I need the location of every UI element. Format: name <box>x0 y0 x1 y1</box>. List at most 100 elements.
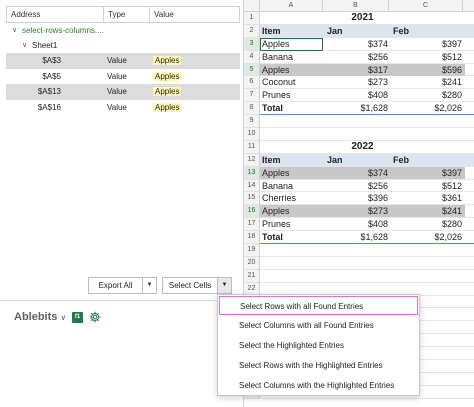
select-all-corner[interactable] <box>244 0 260 12</box>
cell-total-label[interactable]: Total <box>262 231 325 243</box>
tree-node-sheet[interactable]: ∨ Sheet1 <box>6 38 240 53</box>
row-header[interactable]: 19 <box>244 244 260 257</box>
cell-jan[interactable]: $317 <box>325 64 391 76</box>
table-header-row[interactable]: Item Jan Feb <box>260 153 474 167</box>
cell-jan[interactable]: $273 <box>325 205 391 217</box>
header-cell[interactable]: Feb <box>391 25 465 37</box>
cell-feb[interactable]: $397 <box>391 38 465 50</box>
sheet-row[interactable]: Banana $256 $512 <box>260 180 474 193</box>
cell-feb[interactable]: $241 <box>391 76 465 88</box>
sheet-row[interactable]: 2022 <box>260 141 474 154</box>
row-header[interactable]: 3 <box>244 37 260 51</box>
row-header[interactable]: 11 <box>244 140 260 154</box>
function-icon[interactable]: f1 <box>72 312 83 323</box>
cell-item[interactable]: Prunes <box>262 89 325 101</box>
row-header[interactable]: 17 <box>244 218 260 232</box>
header-cell[interactable]: Jan <box>325 154 391 166</box>
cell-feb[interactable]: $280 <box>391 218 465 230</box>
sheet-row[interactable] <box>260 257 474 270</box>
sheet-row[interactable]: Prunes $408 $280 <box>260 218 474 232</box>
select-cells-button[interactable]: Select Cells ▼ <box>162 277 232 294</box>
row-header[interactable]: 12 <box>244 153 260 167</box>
row-header[interactable]: 10 <box>244 128 260 141</box>
sheet-row[interactable] <box>260 128 474 141</box>
cell-jan[interactable]: $374 <box>325 167 391 179</box>
cell-feb[interactable]: $512 <box>391 51 465 63</box>
cell-jan[interactable]: $256 <box>325 51 391 63</box>
sheet-row[interactable]: 2021 <box>260 12 474 25</box>
sheet-row-total[interactable]: Total $1,628 $2,026 <box>260 231 474 245</box>
cell-feb[interactable]: $512 <box>391 180 465 192</box>
chevron-down-icon[interactable]: ∨ <box>12 23 17 38</box>
column-header-value[interactable]: Value <box>150 7 239 22</box>
chevron-down-icon[interactable]: ▼ <box>218 278 231 293</box>
row-header[interactable]: 16 <box>244 205 260 219</box>
sheet-row-found[interactable]: Apples $317 $596 <box>260 63 474 77</box>
cell-item[interactable]: Apples <box>262 205 325 217</box>
row-header[interactable]: 1 <box>244 12 260 25</box>
cell-jan[interactable]: $396 <box>325 192 391 204</box>
sheet-row-total[interactable]: Total $1,628 $2,026 <box>260 102 474 116</box>
sheet-row[interactable]: Coconut $273 $241 <box>260 76 474 90</box>
table-header-row[interactable]: Item Jan Feb <box>260 24 474 38</box>
result-row[interactable]: $A$16 Value Apples <box>6 100 240 116</box>
row-header[interactable]: 15 <box>244 192 260 206</box>
result-row[interactable]: $A$5 Value Apples <box>6 69 240 85</box>
table-title[interactable]: 2022 <box>260 141 465 153</box>
sheet-row[interactable]: Cherries $396 $361 <box>260 192 474 206</box>
cell-feb[interactable]: $241 <box>391 205 465 217</box>
cell-total-label[interactable]: Total <box>262 102 325 114</box>
menu-item-select-rows-highlighted[interactable]: Select Rows with the Highlighted Entries <box>218 356 419 375</box>
cell-total-jan[interactable]: $1,628 <box>325 102 391 114</box>
column-header-b[interactable]: B <box>323 0 389 12</box>
cell-total-feb[interactable]: $2,026 <box>391 102 465 114</box>
header-cell[interactable]: Item <box>262 154 325 166</box>
row-header[interactable]: 14 <box>244 179 260 193</box>
row-header[interactable]: 2 <box>244 24 260 38</box>
sheet-row[interactable] <box>260 115 474 129</box>
gear-icon[interactable] <box>89 311 101 323</box>
chevron-down-icon[interactable]: ▼ <box>143 278 156 293</box>
menu-item-select-columns-highlighted[interactable]: Select Columns with the Highlighted Entr… <box>218 376 419 395</box>
sheet-row[interactable] <box>260 244 474 257</box>
cell-total-jan[interactable]: $1,628 <box>325 231 391 243</box>
row-header[interactable]: 8 <box>244 102 260 116</box>
sheet-row-found[interactable]: Apples $374 $397 <box>260 166 474 180</box>
cell-feb[interactable]: $397 <box>391 167 465 179</box>
column-header-c[interactable]: C <box>389 0 463 12</box>
chevron-down-icon[interactable]: ∨ <box>22 38 27 53</box>
export-all-button[interactable]: Export All ▼ <box>88 277 157 294</box>
row-header[interactable]: 5 <box>244 63 260 77</box>
menu-item-select-rows-all-found[interactable]: Select Rows with all Found Entries <box>219 296 418 315</box>
brand-menu[interactable]: Ablebits ∨ <box>14 311 66 323</box>
cell-jan[interactable]: $374 <box>325 38 391 50</box>
menu-item-select-columns-all-found[interactable]: Select Columns with all Found Entries <box>218 316 419 335</box>
cell-item[interactable]: Coconut <box>262 76 325 88</box>
table-title[interactable]: 2021 <box>260 12 465 24</box>
menu-item-select-highlighted[interactable]: Select the Highlighted Entries <box>218 336 419 355</box>
result-row[interactable]: $A$13 Value Apples <box>6 84 240 100</box>
row-header[interactable]: 21 <box>244 269 260 283</box>
header-cell[interactable]: Jan <box>325 25 391 37</box>
sheet-row[interactable] <box>260 270 474 283</box>
cell-item[interactable]: Apples <box>262 38 325 50</box>
cell-item[interactable]: Prunes <box>262 218 325 230</box>
column-header-a[interactable]: A <box>260 0 323 12</box>
sheet-row[interactable]: Banana $256 $512 <box>260 51 474 64</box>
cell-jan[interactable]: $408 <box>325 218 391 230</box>
row-header[interactable]: 4 <box>244 50 260 64</box>
result-row[interactable]: $A$3 Value Apples <box>6 53 240 69</box>
cell-feb[interactable]: $280 <box>391 89 465 101</box>
row-header[interactable]: 7 <box>244 89 260 103</box>
row-header[interactable]: 13 <box>244 166 260 180</box>
cell-total-feb[interactable]: $2,026 <box>391 231 465 243</box>
row-header[interactable]: 20 <box>244 256 260 270</box>
row-header[interactable]: 6 <box>244 76 260 90</box>
row-header[interactable]: 18 <box>244 231 260 245</box>
tree-node-workbook[interactable]: ∨ select-rows-columns.... <box>6 23 240 38</box>
column-header-next[interactable] <box>463 0 474 12</box>
cell-jan[interactable]: $256 <box>325 180 391 192</box>
sheet-row-found[interactable]: Apples $273 $241 <box>260 205 474 219</box>
cell-item[interactable]: Cherries <box>262 192 325 204</box>
header-cell[interactable]: Feb <box>391 154 465 166</box>
